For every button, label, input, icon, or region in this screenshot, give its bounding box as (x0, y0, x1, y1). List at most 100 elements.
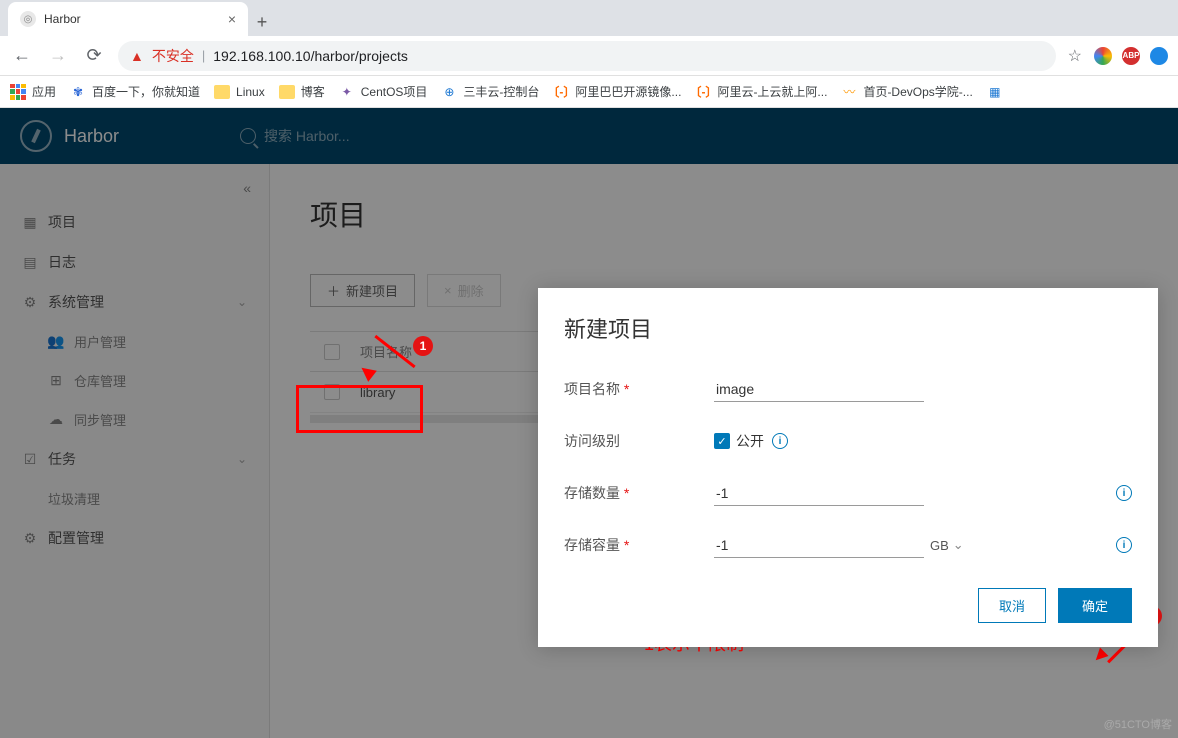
address-bar[interactable]: ▲ 不安全 | 192.168.100.10/harbor/projects (118, 41, 1056, 71)
gear-icon: ⚙ (22, 530, 38, 546)
registry-icon: ⊞ (48, 373, 64, 389)
sidebar-item-logs[interactable]: ▤日志 (0, 242, 269, 282)
bookmarks-bar: 应用 ✾百度一下，你就知道 Linux 博客 ✦CentOS项目 ⊕三丰云-控制… (0, 76, 1178, 108)
admin-icon: ⚙ (22, 294, 38, 310)
chevron-down-icon: ⌄ (237, 295, 247, 309)
sidebar-item-label: 系统管理 (48, 292, 104, 312)
bookmark-label: Linux (236, 85, 265, 99)
sidebar-item-tasks[interactable]: ☑任务⌄ (0, 439, 269, 479)
button-label: 新建项目 (346, 281, 398, 300)
column-header[interactable]: 项目名称 (360, 342, 412, 361)
cloud-sync-icon: ☁ (48, 412, 64, 428)
apps-shortcut[interactable]: 应用 (10, 83, 56, 100)
not-secure-label: 不安全 (152, 46, 194, 66)
tab-favicon-icon: ◎ (20, 11, 36, 27)
form-row-count: 存储数量 * i (564, 478, 1132, 508)
bookmark-label: 百度一下，你就知道 (92, 83, 200, 100)
apps-label: 应用 (32, 83, 56, 100)
checkbox-label: 公开 (736, 431, 764, 451)
bookmark-label: 首页-DevOps学院-... (863, 83, 972, 100)
folder-icon (279, 85, 295, 99)
delete-button[interactable]: × 删除 (427, 274, 501, 307)
storage-quota-input[interactable] (714, 533, 924, 558)
cancel-button[interactable]: 取消 (978, 588, 1046, 623)
url-divider: | (202, 48, 205, 63)
alibaba-icon: 〔-〕 (553, 84, 569, 100)
warning-icon: ▲ (130, 48, 144, 64)
browser-tab[interactable]: ◎ Harbor × (8, 2, 248, 36)
button-label: 删除 (458, 281, 484, 300)
new-tab-button[interactable]: + (248, 8, 276, 36)
sidebar-item-gc[interactable]: 垃圾清理 (0, 479, 269, 518)
extension-icon[interactable] (1094, 47, 1112, 65)
watermark: @51CTO博客 (1104, 716, 1172, 732)
global-search[interactable]: 搜索 Harbor... (240, 126, 350, 146)
close-icon[interactable]: × (228, 11, 236, 27)
sidebar-item-label: 配置管理 (48, 528, 104, 548)
bookmark-item[interactable]: ⊕三丰云-控制台 (441, 83, 539, 100)
forward-button[interactable]: → (46, 44, 70, 68)
site-icon: ⊕ (441, 84, 457, 100)
sidebar-item-projects[interactable]: ▦项目 (0, 202, 269, 242)
select-all-checkbox[interactable] (324, 344, 340, 360)
users-icon: 👥 (48, 334, 64, 350)
extension-icon[interactable] (1150, 47, 1168, 65)
app-title: Harbor (64, 126, 119, 147)
bookmark-item[interactable]: 〔-〕阿里巴巴开源镜像... (553, 83, 681, 100)
bookmark-label: 博客 (301, 83, 325, 100)
project-name-input[interactable] (714, 377, 924, 402)
chevron-down-icon: ⌄ (953, 537, 964, 553)
harbor-logo-icon (20, 120, 52, 152)
extension-icons: ABP (1094, 47, 1168, 65)
storage-count-input[interactable] (714, 481, 924, 506)
project-name-cell[interactable]: library (360, 385, 395, 400)
adblock-icon[interactable]: ABP (1122, 47, 1140, 65)
info-icon[interactable]: i (1116, 537, 1132, 553)
sidebar-item-label: 仓库管理 (74, 371, 126, 390)
alibaba-icon: 〔-〕 (695, 84, 711, 100)
sidebar-item-registries[interactable]: ⊞ 仓库管理 (0, 361, 269, 400)
bookmark-item[interactable]: 〔-〕阿里云-上云就上阿... (695, 83, 827, 100)
field-label: 访问级别 (564, 431, 714, 451)
bookmark-item[interactable]: Linux (214, 85, 265, 99)
modal-title: 新建项目 (564, 312, 1132, 344)
new-project-button[interactable]: ＋新建项目 (310, 274, 415, 307)
new-project-modal: 新建项目 项目名称 * 访问级别 ✓ 公开 i 存储数量 * i 存储容量 * … (538, 288, 1158, 647)
back-button[interactable]: ← (10, 44, 34, 68)
url-text: 192.168.100.10/harbor/projects (213, 48, 408, 64)
sidebar-item-config[interactable]: ⚙ 配置管理 (0, 518, 269, 558)
info-icon[interactable]: i (1116, 485, 1132, 501)
tab-strip: ◎ Harbor × + (0, 0, 1178, 36)
bookmark-item[interactable]: ✦CentOS项目 (339, 83, 428, 100)
apps-grid-icon (10, 84, 26, 100)
reload-button[interactable]: ⟳ (82, 44, 106, 68)
public-checkbox[interactable]: ✓ (714, 433, 730, 449)
bookmark-label: 阿里巴巴开源镜像... (575, 83, 681, 100)
sidebar-item-admin[interactable]: ⚙ 系统管理 ⌄ (0, 282, 269, 322)
sidebar-item-label: 任务 (48, 449, 76, 469)
tab-title: Harbor (44, 12, 81, 26)
confirm-button[interactable]: 确定 (1058, 588, 1132, 623)
sidebar-item-label: 日志 (48, 252, 76, 272)
x-icon: × (444, 283, 452, 298)
sidebar-item-label: 项目 (48, 212, 76, 232)
bookmark-label: 阿里云-上云就上阿... (717, 83, 827, 100)
bookmark-label: CentOS项目 (361, 83, 428, 100)
sidebar-item-users[interactable]: 👥用户管理 (0, 322, 269, 361)
unit-label: GB (930, 538, 949, 553)
collapse-sidebar-button[interactable]: « (0, 174, 269, 202)
browser-toolbar: ← → ⟳ ▲ 不安全 | 192.168.100.10/harbor/proj… (0, 36, 1178, 76)
chevron-down-icon: ⌄ (237, 452, 247, 466)
sidebar-item-replication[interactable]: ☁同步管理 (0, 400, 269, 439)
field-label: 项目名称 * (564, 379, 714, 399)
bookmark-star-icon[interactable]: ☆ (1068, 46, 1082, 66)
bookmark-item[interactable]: ▦ (987, 84, 1003, 100)
bookmark-item[interactable]: 博客 (279, 83, 325, 100)
unit-select[interactable]: GB ⌄ (930, 537, 964, 553)
app-logo[interactable]: Harbor (20, 120, 240, 152)
field-label: 存储数量 * (564, 483, 714, 503)
info-icon[interactable]: i (772, 433, 788, 449)
bookmark-item[interactable]: ✾百度一下，你就知道 (70, 83, 200, 100)
bookmark-item[interactable]: 〰首页-DevOps学院-... (841, 83, 972, 100)
row-checkbox[interactable] (324, 384, 340, 400)
